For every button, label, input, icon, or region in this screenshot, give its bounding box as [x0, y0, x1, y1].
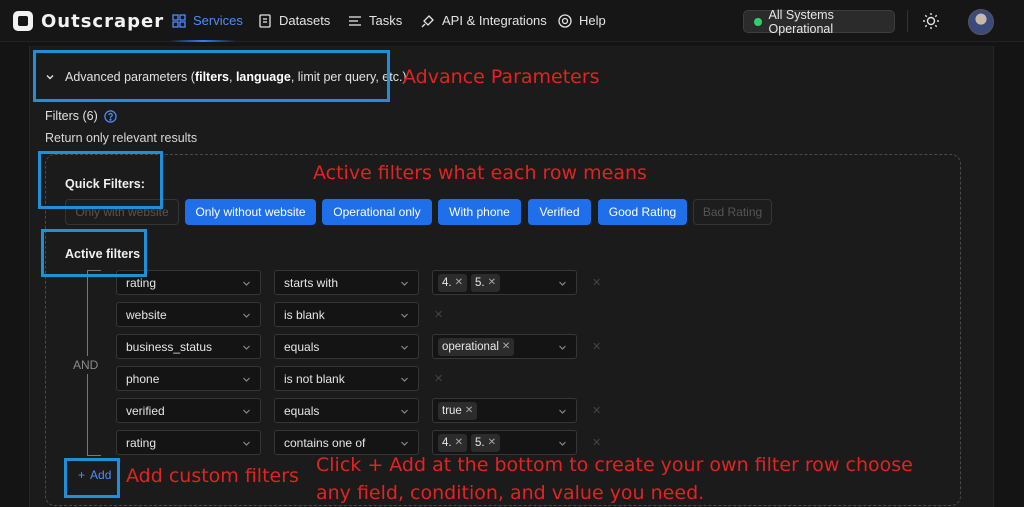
annotation-box-add [64, 458, 120, 498]
value-tag: operational ✕ [438, 337, 515, 356]
filter-operator-select[interactable]: is not blank [274, 366, 419, 391]
brand-logo[interactable]: Outscraper [12, 10, 164, 32]
chevron-down-icon [401, 281, 408, 286]
annotation-active-filters: Active filters what each row means [313, 162, 647, 184]
quick-filter-verified[interactable]: Verified [528, 199, 591, 225]
quick-filter-with-phone[interactable]: With phone [438, 199, 521, 225]
quick-filter-only-without-website[interactable]: Only without website [185, 199, 316, 225]
chevron-down-icon [401, 441, 408, 446]
nav-divider [907, 10, 908, 32]
chevron-down-icon [401, 377, 408, 382]
value-tag: 4. ✕ [438, 273, 467, 292]
return-relevant-label: Return only relevant results [45, 131, 198, 145]
plug-icon [421, 14, 434, 27]
chevron-down-icon [243, 313, 250, 318]
filter-operator-select[interactable]: starts with [274, 270, 419, 295]
and-joiner-label: AND [73, 356, 99, 374]
quick-filter-good-rating[interactable]: Good Rating [598, 199, 687, 225]
remove-tag-icon[interactable]: ✕ [502, 341, 510, 352]
filter-field-select[interactable]: website [116, 302, 261, 327]
remove-row-icon[interactable]: ✕ [592, 436, 601, 449]
annotation-box-active-filters [41, 229, 147, 277]
chevron-down-icon [559, 281, 566, 286]
tasks-icon [349, 15, 361, 26]
chevron-down-icon [401, 345, 408, 350]
user-avatar[interactable] [968, 9, 994, 35]
chevron-down-icon [401, 313, 408, 318]
filter-operator-select[interactable]: equals [274, 334, 419, 359]
filter-field-select[interactable]: phone [116, 366, 261, 391]
annotation-box-advanced [33, 50, 390, 102]
active-nav-indicator [170, 40, 236, 42]
remove-row-icon[interactable]: ✕ [434, 372, 443, 385]
help-circle-icon [558, 13, 572, 28]
remove-row-icon[interactable]: ✕ [592, 340, 601, 353]
help-icon[interactable] [104, 109, 117, 123]
filter-field-select[interactable]: rating [116, 430, 261, 455]
nav-datasets[interactable]: Datasets [258, 13, 330, 28]
filter-operator-select[interactable]: equals [274, 398, 419, 423]
chevron-down-icon [243, 345, 250, 350]
nav-services[interactable]: Services [172, 13, 243, 28]
system-status-badge[interactable]: All Systems Operational [743, 8, 895, 36]
quick-filter-bad-rating[interactable]: Bad Rating [693, 199, 772, 225]
chevron-down-icon [243, 409, 250, 414]
filter-field-select[interactable]: verified [116, 398, 261, 423]
annotation-click-add-line2: any field, condition, and value you need… [316, 482, 705, 504]
chevron-down-icon [559, 441, 566, 446]
filter-value-multiselect[interactable]: 4. ✕ 5. ✕ [432, 430, 577, 455]
value-tag: 5. ✕ [470, 273, 500, 292]
value-tag: 4. ✕ [438, 433, 467, 452]
chevron-down-icon [243, 441, 250, 446]
grid-icon [172, 13, 186, 28]
nav-tasks[interactable]: Tasks [348, 13, 402, 28]
remove-row-icon[interactable]: ✕ [592, 276, 601, 289]
annotation-click-add-line1: Click + Add at the bottom to create your… [316, 454, 913, 476]
chevron-down-icon [243, 377, 250, 382]
filter-value-multiselect[interactable]: true ✕ [432, 398, 577, 423]
filter-value-multiselect[interactable]: 4. ✕ 5. ✕ [432, 270, 577, 295]
filter-operator-select[interactable]: is blank [274, 302, 419, 327]
chevron-down-icon [559, 409, 566, 414]
brand-name: Outscraper [41, 10, 165, 32]
remove-tag-icon[interactable]: ✕ [488, 437, 496, 448]
remove-tag-icon[interactable]: ✕ [455, 277, 463, 288]
outscraper-logo-icon [13, 11, 33, 31]
annotation-advance-parameters: Advance Parameters [403, 66, 600, 88]
chevron-down-icon [243, 281, 250, 286]
filter-field-select[interactable]: business_status [116, 334, 261, 359]
remove-row-icon[interactable]: ✕ [434, 308, 443, 321]
remove-tag-icon[interactable]: ✕ [455, 437, 463, 448]
annotation-box-quick-filters [38, 151, 163, 209]
nav-help[interactable]: Help [558, 13, 606, 28]
filters-heading: Filters (6) [45, 109, 117, 123]
value-tag: 5. ✕ [470, 433, 500, 452]
remove-tag-icon[interactable]: ✕ [488, 277, 496, 288]
theme-toggle-sun-icon[interactable] [922, 12, 940, 30]
remove-row-icon[interactable]: ✕ [592, 404, 601, 417]
remove-tag-icon[interactable]: ✕ [465, 405, 473, 416]
value-tag: true ✕ [438, 401, 478, 420]
nav-api-integrations[interactable]: API & Integrations [421, 13, 547, 28]
quick-filter-operational-only[interactable]: Operational only [322, 199, 432, 225]
top-navigation: Outscraper Services Datasets Tasks API &… [0, 0, 1024, 42]
status-dot-icon [754, 17, 762, 26]
chevron-down-icon [401, 409, 408, 414]
filter-value-multiselect[interactable]: operational ✕ [432, 334, 577, 359]
filter-operator-select[interactable]: contains one of [274, 430, 419, 455]
chevron-down-icon [559, 345, 566, 350]
annotation-add-custom-filters: Add custom filters [126, 465, 299, 487]
dataset-icon [259, 13, 271, 28]
